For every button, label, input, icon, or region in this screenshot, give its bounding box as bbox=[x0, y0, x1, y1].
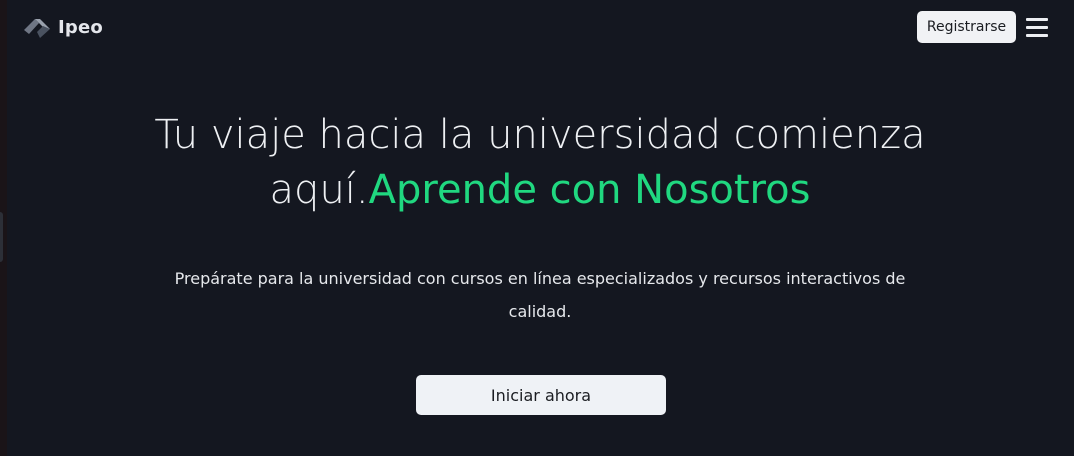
top-navbar: Ipeo Registrarse bbox=[0, 0, 1074, 56]
side-drawer-handle[interactable] bbox=[0, 212, 3, 262]
brand-link[interactable]: Ipeo bbox=[23, 14, 103, 40]
hero-title: Tu viaje hacia la universidad comienza a… bbox=[90, 108, 990, 218]
start-now-button[interactable]: Iniciar ahora bbox=[416, 375, 666, 415]
ipeo-logo-icon bbox=[24, 19, 50, 38]
hero-description: Prepárate para la universidad con cursos… bbox=[174, 269, 906, 321]
register-button[interactable]: Registrarse bbox=[917, 11, 1016, 43]
hero-title-accent: Aprende con Nosotros bbox=[368, 167, 811, 213]
brand-name: Ipeo bbox=[58, 16, 103, 38]
hamburger-menu-button[interactable] bbox=[1024, 16, 1050, 38]
